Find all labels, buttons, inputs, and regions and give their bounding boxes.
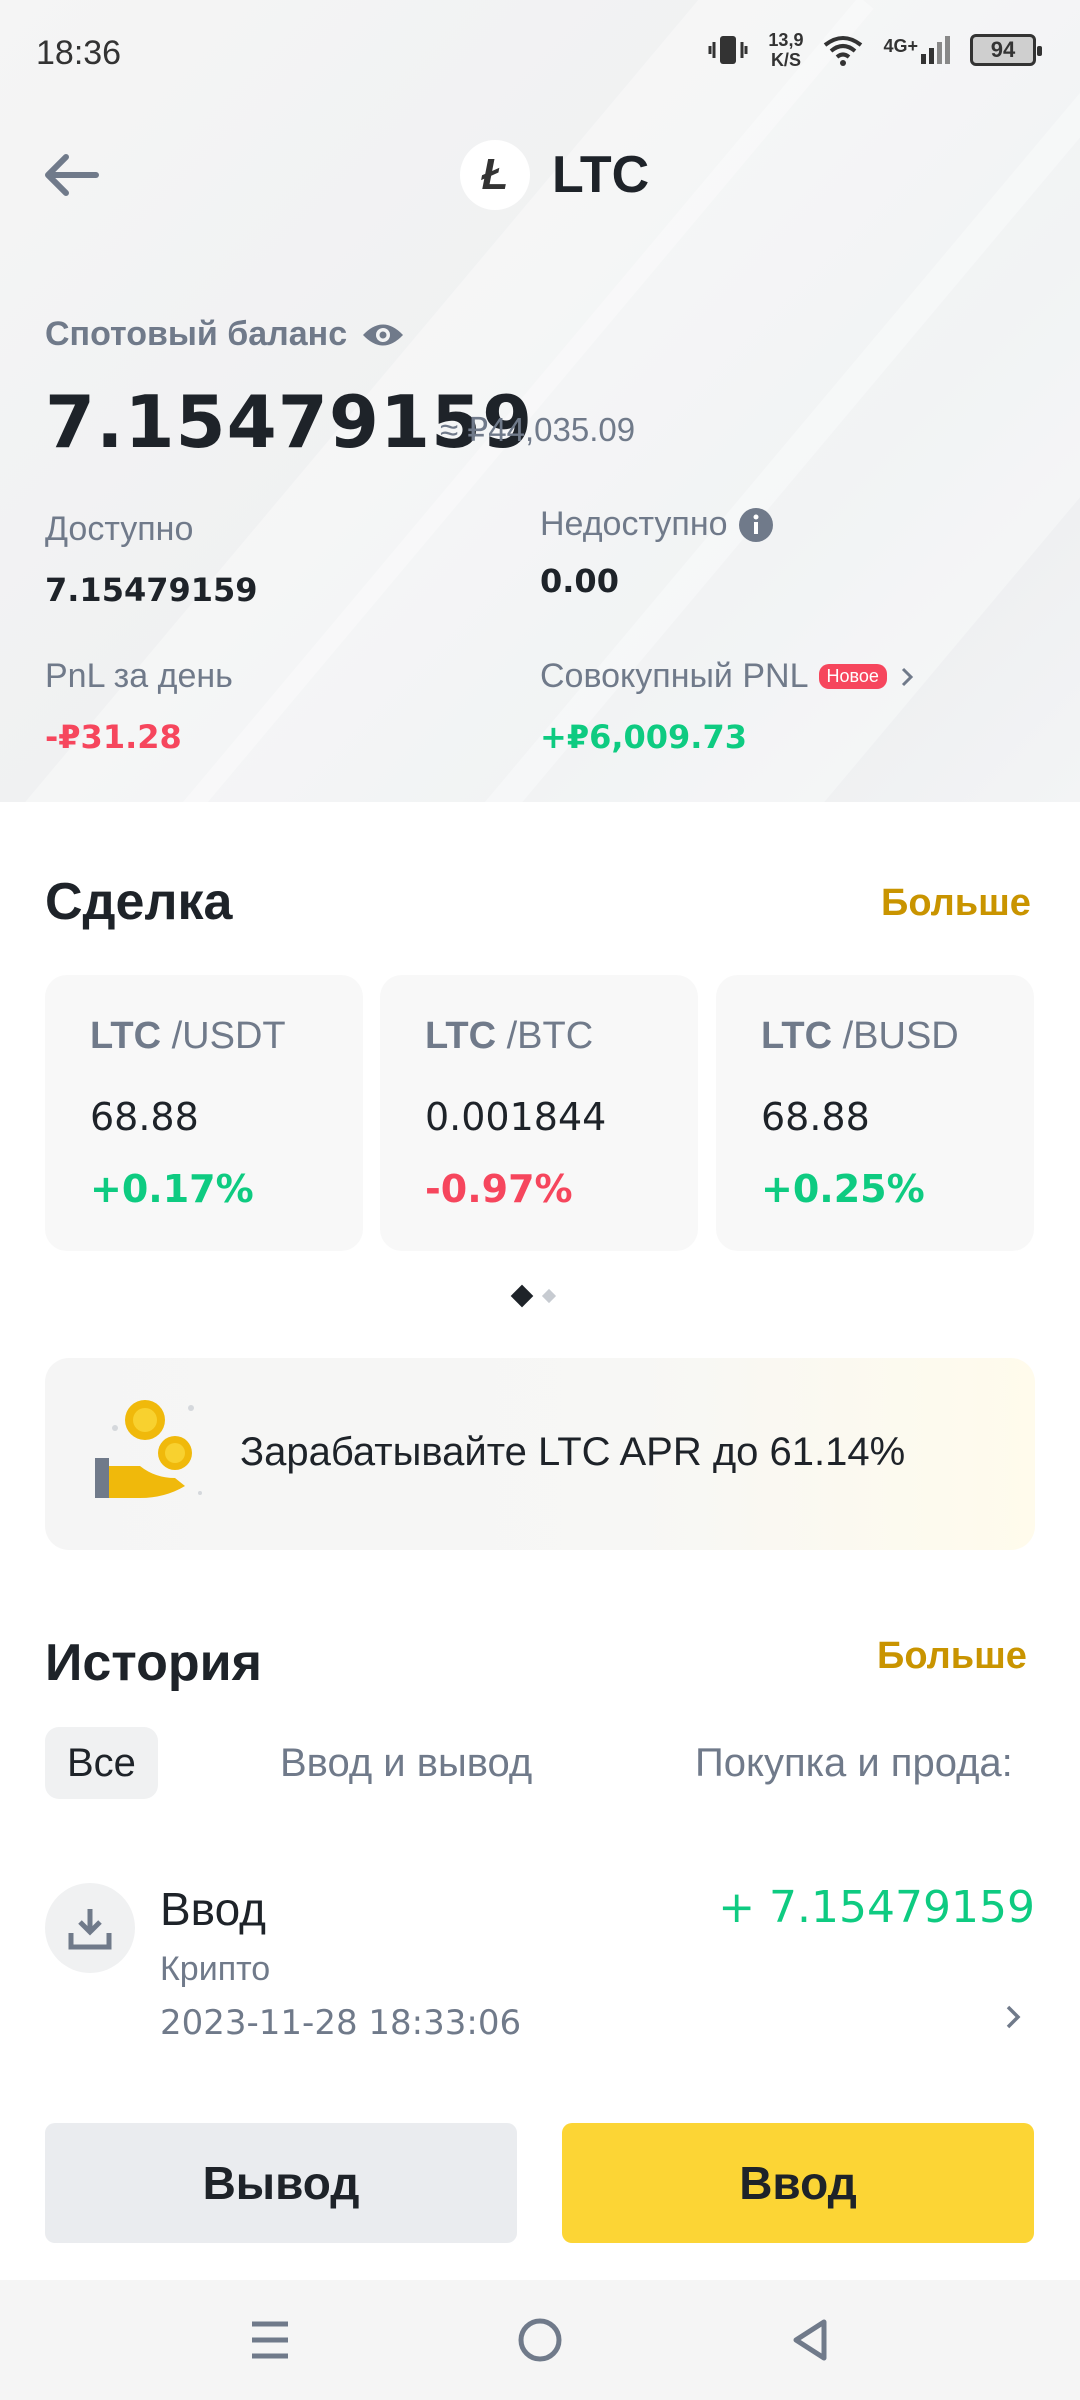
chevron-right-icon	[901, 667, 914, 686]
spot-balance-label: Спотовый баланс	[45, 315, 405, 354]
history-item-amount: + 7.15479159	[718, 1882, 1035, 1933]
available-stat: Доступно 7.15479159	[45, 510, 258, 609]
battery-icon: 94	[970, 34, 1042, 66]
history-section-title: История	[45, 1634, 262, 1692]
pair-card-ltc-btc[interactable]: LTC /BTC 0.001844 -0.97%	[380, 975, 698, 1251]
network-speed: 13,9 K/S	[768, 30, 804, 70]
back-arrow-icon[interactable]	[38, 145, 108, 205]
tab-deposit-withdraw[interactable]: Ввод и вывод	[280, 1727, 532, 1799]
back-icon[interactable]	[780, 2310, 840, 2370]
info-icon[interactable]	[738, 507, 774, 543]
pnl-total-stat[interactable]: Совокупный PNL Новое +₽6,009.73	[540, 657, 917, 756]
ltc-coin-icon: Ł	[460, 140, 530, 210]
status-bar: 18:36 13,9 K/S 4G+ 94	[0, 0, 1080, 110]
page-header: Ł LTC	[460, 140, 649, 210]
coins-hand-icon	[95, 1400, 202, 1498]
new-badge: Новое	[818, 664, 887, 689]
page-title: LTC	[552, 146, 650, 204]
menu-icon[interactable]	[240, 2310, 300, 2370]
spot-balance-fiat: ≈ ₽44,035.09	[440, 411, 636, 448]
eye-icon[interactable]	[361, 320, 405, 350]
cellular-signal-icon: 4G+	[883, 36, 950, 64]
tab-buy-sell[interactable]: Покупка и прода:	[695, 1727, 1013, 1799]
system-nav-bar	[0, 2280, 1080, 2400]
trade-section-title: Сделка	[45, 873, 233, 931]
unavailable-stat: Недоступно 0.00	[540, 505, 774, 600]
pair-card-ltc-busd[interactable]: LTC /BUSD 68.88 +0.25%	[716, 975, 1034, 1251]
earn-banner[interactable]: Зарабатывайте LTC APR до 61.14%	[45, 1358, 1035, 1550]
history-more-link[interactable]: Больше	[877, 1635, 1027, 1678]
deposit-icon	[45, 1883, 135, 1973]
history-item-date: 2023-11-28 18:33:06	[160, 2003, 522, 2043]
pnl-day-stat: PnL за день -₽31.28	[45, 657, 233, 756]
history-item-sub: Крипто	[160, 1950, 271, 1988]
carousel-dot-active	[510, 1284, 534, 1308]
status-icons: 13,9 K/S 4G+ 94	[708, 30, 1042, 70]
chevron-right-icon[interactable]	[998, 2002, 1028, 2032]
vibrate-icon	[708, 36, 748, 64]
withdraw-button[interactable]: Вывод	[45, 2123, 517, 2243]
earn-banner-text: Зарабатывайте LTC APR до 61.14%	[240, 1430, 906, 1474]
carousel-indicator	[510, 1284, 557, 1308]
carousel-dot	[541, 1288, 557, 1304]
pair-card-ltc-usdt[interactable]: LTC /USDT 68.88 +0.17%	[45, 975, 363, 1251]
wifi-icon	[824, 36, 863, 66]
history-item-type: Ввод	[160, 1883, 267, 1935]
tab-all[interactable]: Все	[45, 1727, 158, 1799]
home-icon[interactable]	[510, 2310, 570, 2370]
trade-more-link[interactable]: Больше	[881, 882, 1031, 925]
status-time: 18:36	[36, 34, 122, 72]
deposit-button[interactable]: Ввод	[562, 2123, 1034, 2243]
